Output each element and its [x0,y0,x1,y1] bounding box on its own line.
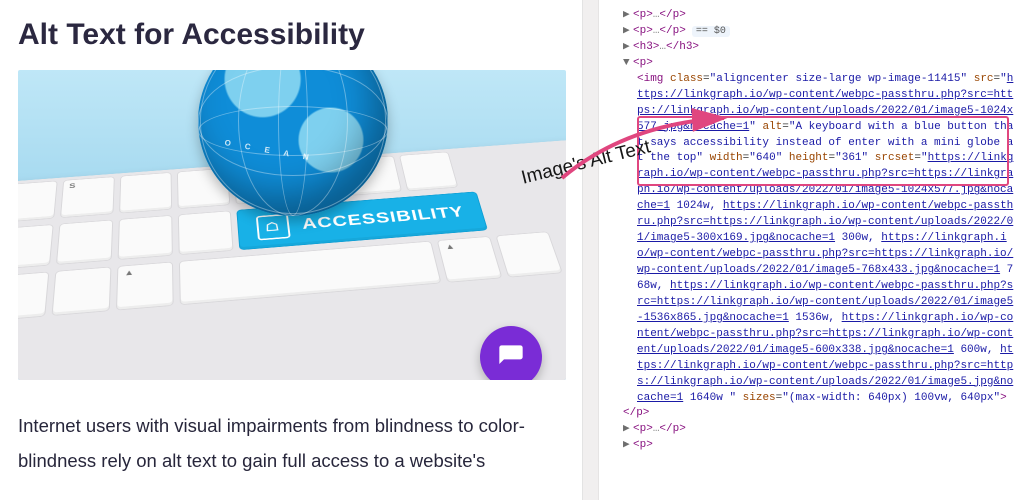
person-icon: ☖ [255,214,290,241]
key [56,220,113,265]
dom-node[interactable]: ▶<p>…</p>== $0 [611,24,1018,40]
key: ▲ [437,236,503,283]
devtools-gutter [583,0,599,500]
dom-img-node[interactable]: <img class="aligncenter size-large wp-im… [611,72,1018,407]
key: L [18,181,58,223]
chat-fab[interactable] [480,326,542,380]
dom-node[interactable]: ▶<p>…</p> [611,8,1018,24]
article-pane: Alt Text for Accessibility L S ☖ AC [0,0,582,500]
key [119,172,172,213]
selected-node-badge: == $0 [692,26,730,37]
key: ▲ [116,262,174,311]
key: S [60,176,115,218]
key [51,267,111,316]
key [178,210,234,255]
hero-image: L S ☖ ACCESSIBILITY tion [18,70,566,380]
key [495,231,563,277]
dom-node[interactable]: ▶<p> [611,438,1018,454]
chat-icon [497,343,525,371]
globe-ocean-label: O C E A N [224,138,315,163]
key [118,215,173,260]
dom-tree[interactable]: ▶<p>…</p> ▶<p>…</p>== $0 ▶<h3>…</h3> ▼<p… [611,8,1018,454]
dom-node[interactable]: ▼<p> [611,56,1018,72]
page-title: Alt Text for Accessibility [18,18,564,52]
devtools-panel[interactable]: ▶<p>…</p> ▶<p>…</p>== $0 ▶<h3>…</h3> ▼<p… [582,0,1024,500]
key [18,224,54,270]
dom-node[interactable]: ▶<h3>…</h3> [611,40,1018,56]
key [399,152,458,192]
dom-node[interactable]: ▶<p>…</p> [611,422,1018,438]
key: tion [18,272,49,322]
article-body: Internet users with visual impairments f… [18,408,564,478]
dom-node[interactable]: </p> [611,406,1018,422]
